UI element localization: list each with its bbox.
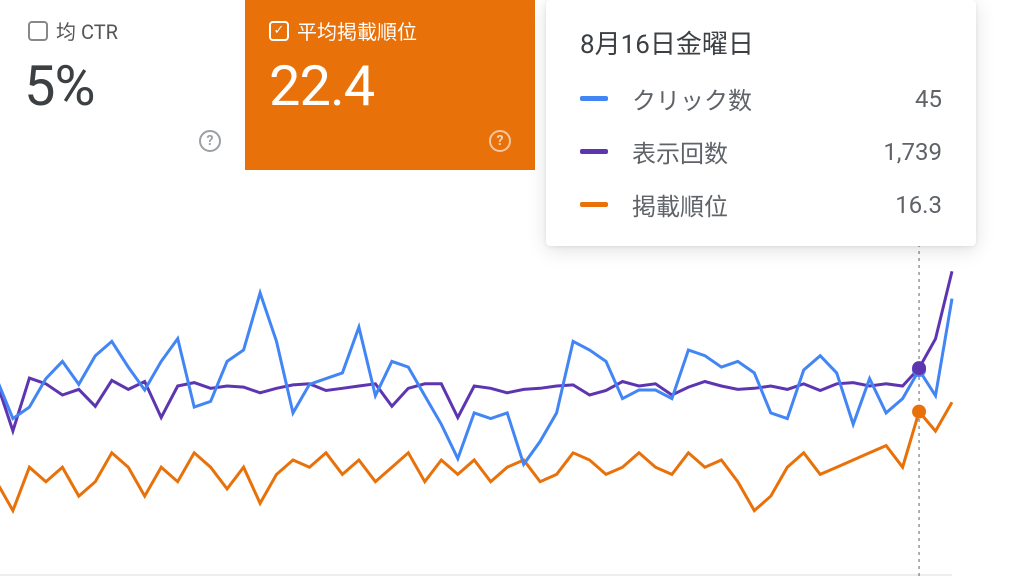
swatch-icon <box>580 96 608 101</box>
tooltip-label: クリック数 <box>632 81 891 116</box>
position-label-row: ✓ 平均掲載順位 <box>269 16 511 45</box>
checkbox-checked-icon: ✓ <box>269 21 289 41</box>
help-icon[interactable]: ? <box>489 130 511 152</box>
help-icon[interactable]: ? <box>199 130 221 152</box>
tooltip-value: 1,739 <box>883 138 942 166</box>
series-表示回数 <box>0 271 952 431</box>
tooltip-label: 表示回数 <box>632 134 859 169</box>
chart-tooltip: 8月16日金曜日 クリック数 45 表示回数 1,739 掲載順位 16.3 <box>546 0 976 246</box>
tooltip-row-position: 掲載順位 16.3 <box>580 187 942 222</box>
metric-cards: 均 CTR 5% ? ✓ 平均掲載順位 22.4 ? <box>0 0 535 170</box>
checkbox-unchecked-icon <box>28 21 48 41</box>
series-クリック数 <box>0 293 952 464</box>
position-label: 平均掲載順位 <box>297 16 417 45</box>
tooltip-label: 掲載順位 <box>632 187 871 222</box>
swatch-icon <box>580 202 608 207</box>
tooltip-row-clicks: クリック数 45 <box>580 81 942 116</box>
ctr-card[interactable]: 均 CTR 5% ? <box>0 0 245 170</box>
performance-chart[interactable] <box>0 230 1024 576</box>
position-card[interactable]: ✓ 平均掲載順位 22.4 ? <box>245 0 535 170</box>
ctr-label-row: 均 CTR <box>24 16 221 45</box>
hover-dot <box>912 361 926 375</box>
ctr-label: 均 CTR <box>56 16 118 45</box>
swatch-icon <box>580 149 608 154</box>
ctr-value: 5% <box>24 53 221 119</box>
series-掲載順位 <box>0 402 952 510</box>
tooltip-row-impressions: 表示回数 1,739 <box>580 134 942 169</box>
chart-svg <box>0 230 1024 576</box>
position-value: 22.4 <box>269 53 511 119</box>
tooltip-value: 16.3 <box>895 191 942 219</box>
hover-dot <box>912 405 926 419</box>
tooltip-value: 45 <box>915 85 942 113</box>
tooltip-date: 8月16日金曜日 <box>580 24 942 61</box>
